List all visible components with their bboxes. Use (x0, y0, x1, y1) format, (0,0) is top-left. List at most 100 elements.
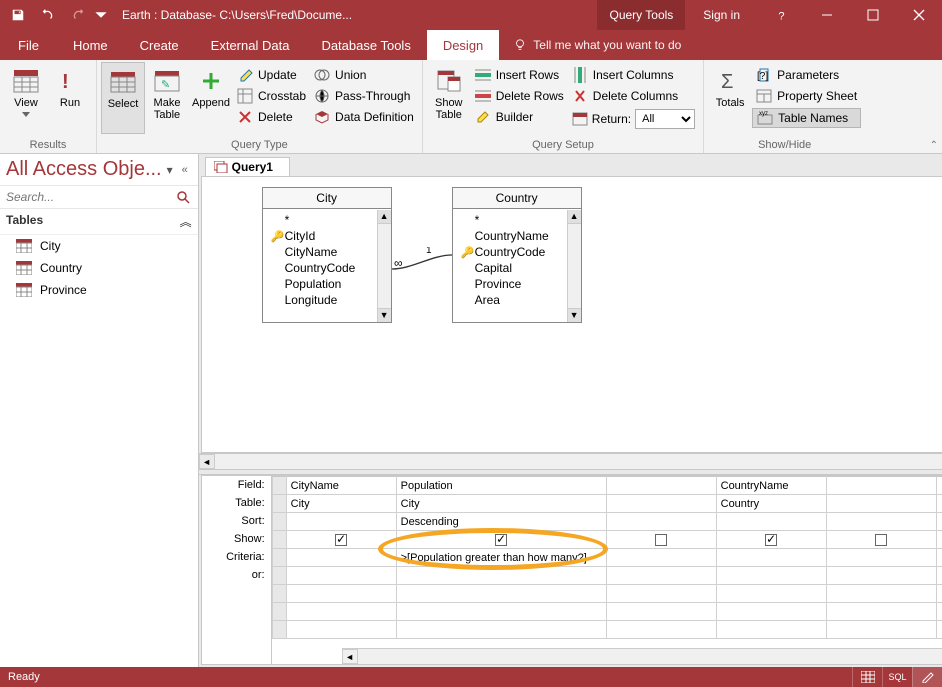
qbe-hscroll[interactable]: ◄► (342, 648, 942, 664)
design-view-icon[interactable] (912, 667, 942, 687)
qbe-cell[interactable] (396, 567, 606, 585)
show-checkbox[interactable] (765, 534, 777, 546)
field-Area[interactable]: Area (453, 292, 581, 308)
tell-me-search[interactable]: Tell me what you want to do (499, 30, 695, 60)
union-button[interactable]: Union (310, 66, 418, 84)
nav-collapse-icon[interactable]: « (178, 164, 192, 176)
qbe-cell[interactable] (936, 513, 942, 531)
collapse-ribbon-icon[interactable]: ⌃ (930, 140, 938, 151)
field-star[interactable]: * (453, 212, 581, 228)
passthrough-button[interactable]: Pass-Through (310, 87, 418, 105)
qbe-cell[interactable] (606, 531, 716, 549)
return-select[interactable]: All (635, 109, 695, 129)
qbe-cell[interactable] (826, 513, 936, 531)
totals-button[interactable]: Σ Totals (708, 62, 752, 134)
data-definition-button[interactable]: Data Definition (310, 108, 418, 126)
show-checkbox[interactable] (335, 534, 347, 546)
qbe-cell[interactable] (716, 513, 826, 531)
qbe-cell[interactable] (826, 531, 936, 549)
tab-file[interactable]: File (0, 30, 57, 60)
parameters-button[interactable]: [?]Parameters (752, 66, 861, 84)
tab-database-tools[interactable]: Database Tools (305, 30, 426, 60)
document-tab-query1[interactable]: Query1 (205, 157, 290, 176)
crosstab-button[interactable]: Crosstab (233, 87, 310, 105)
qbe-cell[interactable]: Descending (396, 513, 606, 531)
show-table-button[interactable]: Show Table (427, 62, 471, 134)
help-icon[interactable]: ? (758, 0, 804, 30)
sql-view-icon[interactable]: SQL (882, 667, 912, 687)
datasheet-view-icon[interactable] (852, 667, 882, 687)
field-CityId[interactable]: 🔑CityId (263, 228, 391, 244)
nav-item-province[interactable]: Province (0, 279, 198, 301)
qbe-cell[interactable]: Country (716, 495, 826, 513)
field-CityName[interactable]: CityName (263, 244, 391, 260)
make-table-button[interactable]: ✎ Make Table (145, 62, 189, 134)
qbe-cell[interactable] (286, 513, 396, 531)
qbe-cell[interactable] (826, 495, 936, 513)
run-button[interactable]: ! Run (48, 62, 92, 134)
delete-columns-button[interactable]: Delete Columns (568, 87, 699, 105)
qbe-cell[interactable] (936, 567, 942, 585)
view-button[interactable]: View (4, 62, 48, 134)
table-names-button[interactable]: xyzTable Names (752, 108, 861, 128)
scrollbar[interactable]: ▲▼ (567, 210, 581, 322)
qbe-cell[interactable] (286, 549, 396, 567)
qbe-cells[interactable]: CityNamePopulationCountryNameCityCityCou… (272, 476, 942, 664)
qat-customize-icon[interactable] (94, 2, 108, 28)
save-icon[interactable] (4, 2, 32, 28)
qbe-cell[interactable]: Population (396, 477, 606, 495)
qbe-cell[interactable] (826, 567, 936, 585)
nav-dropdown-icon[interactable]: ▾ (162, 163, 178, 177)
qbe-cell[interactable]: CountryName (716, 477, 826, 495)
nav-section-tables[interactable]: Tables︽ (0, 209, 198, 235)
qbe-cell[interactable] (936, 477, 942, 495)
show-checkbox[interactable] (655, 534, 667, 546)
qbe-cell[interactable]: City (286, 495, 396, 513)
field-CountryCode[interactable]: CountryCode (263, 260, 391, 276)
field-Capital[interactable]: Capital (453, 260, 581, 276)
qbe-cell[interactable] (936, 531, 942, 549)
close-button[interactable] (896, 0, 942, 30)
qbe-cell[interactable] (826, 549, 936, 567)
relationship-line[interactable]: 1 ∞ (392, 247, 452, 277)
builder-button[interactable]: Builder (471, 108, 568, 126)
field-CountryCode[interactable]: 🔑CountryCode (453, 244, 581, 260)
design-hscroll[interactable]: ◄► (199, 453, 942, 469)
table-country[interactable]: Country *CountryName🔑CountryCodeCapitalP… (452, 187, 582, 323)
field-CountryName[interactable]: CountryName (453, 228, 581, 244)
property-sheet-button[interactable]: Property Sheet (752, 87, 861, 105)
field-Province[interactable]: Province (453, 276, 581, 292)
insert-columns-button[interactable]: Insert Columns (568, 66, 699, 84)
qbe-cell[interactable] (936, 495, 942, 513)
qbe-cell[interactable] (286, 531, 396, 549)
qbe-cell[interactable] (606, 567, 716, 585)
nav-search-input[interactable] (0, 186, 176, 208)
tab-home[interactable]: Home (57, 30, 124, 60)
qbe-cell[interactable] (716, 549, 826, 567)
field-star[interactable]: * (263, 212, 391, 228)
qbe-cell[interactable] (606, 477, 716, 495)
tab-external-data[interactable]: External Data (195, 30, 306, 60)
nav-title[interactable]: All Access Obje... (6, 158, 162, 181)
qbe-cell[interactable] (936, 549, 942, 567)
table-city[interactable]: City *🔑CityIdCityNameCountryCodePopulati… (262, 187, 392, 323)
delete-query-button[interactable]: Delete (233, 108, 310, 126)
qbe-cell[interactable] (396, 531, 606, 549)
show-checkbox[interactable] (495, 534, 507, 546)
select-query-button[interactable]: Select (101, 62, 145, 134)
append-button[interactable]: Append (189, 62, 233, 134)
redo-icon[interactable] (64, 2, 92, 28)
undo-icon[interactable] (34, 2, 62, 28)
search-icon[interactable] (176, 190, 198, 204)
insert-rows-button[interactable]: Insert Rows (471, 66, 568, 84)
qbe-cell[interactable]: >[Population greater than how many?] (396, 549, 606, 567)
qbe-cell[interactable] (606, 513, 716, 531)
signin-link[interactable]: Sign in (685, 8, 758, 22)
qbe-cell[interactable]: City (396, 495, 606, 513)
design-surface[interactable]: City *🔑CityIdCityNameCountryCodePopulati… (201, 176, 942, 453)
tab-design[interactable]: Design (427, 30, 499, 60)
minimize-button[interactable] (804, 0, 850, 30)
nav-item-city[interactable]: City (0, 235, 198, 257)
tab-create[interactable]: Create (124, 30, 195, 60)
maximize-button[interactable] (850, 0, 896, 30)
